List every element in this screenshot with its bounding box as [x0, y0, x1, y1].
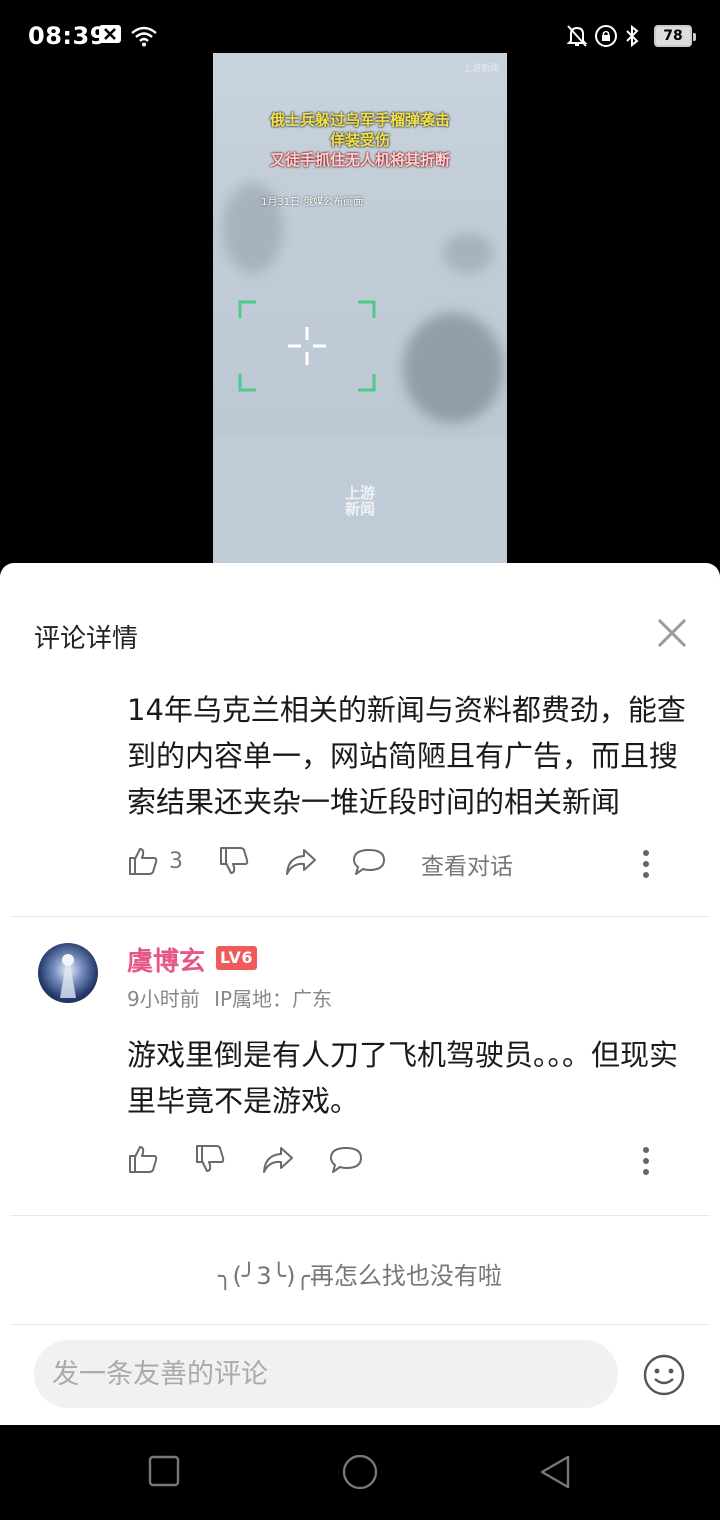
- share-icon: [263, 1147, 293, 1173]
- like-button[interactable]: [127, 1143, 159, 1175]
- comment-meta: 9小时前 IP属地：广东: [127, 983, 332, 1012]
- more-options-button[interactable]: [636, 847, 656, 881]
- video-caption-line1: 俄士兵躲过乌军手榴弹袭击: [269, 111, 450, 129]
- thumbs-up-icon: [129, 1146, 158, 1173]
- share-button[interactable]: [284, 847, 318, 877]
- reply-button[interactable]: [329, 1145, 363, 1175]
- level-badge: LV6: [216, 946, 258, 970]
- comment-detail-panel: 评论详情 14年乌克兰相关的新闻与资料都费劲，能查到的内容单一，网站简陋且有广告…: [0, 563, 720, 1425]
- divider: [10, 1324, 710, 1325]
- divider: [10, 916, 710, 917]
- recent-apps-button[interactable]: [148, 1455, 180, 1491]
- battery-indicator: 78: [654, 25, 696, 47]
- panel-title: 评论详情: [34, 624, 139, 654]
- close-icon: [657, 618, 687, 648]
- comment-time: 9小时前: [127, 987, 200, 1011]
- comment-text: 14年乌克兰相关的新闻与资料都费劲，能查到的内容单一，网站简陋且有广告，而且搜索…: [127, 693, 686, 819]
- video-caption-line2: 佯装受伤: [329, 131, 390, 149]
- status-time: 08:39: [28, 22, 107, 50]
- end-of-list-message: ╮(╯3╰)╭再怎么找也没有啦: [218, 1262, 502, 1290]
- dislike-button[interactable]: [194, 1143, 226, 1175]
- bluetooth-icon: [624, 24, 640, 52]
- comment-bubble-icon: [330, 1147, 362, 1173]
- video-caption-line3: 又徒手抓住无人机将其折断: [269, 151, 450, 169]
- video-watermark: 上游 新闻: [344, 484, 375, 518]
- ip-location: IP属地：广东: [214, 987, 333, 1011]
- thumbs-down-icon: [196, 1145, 225, 1172]
- back-triangle-icon: [540, 1455, 570, 1489]
- divider: [10, 1215, 710, 1216]
- square-icon: [148, 1455, 180, 1487]
- like-button[interactable]: 3: [127, 845, 183, 877]
- wifi-icon: [130, 25, 158, 51]
- share-icon: [286, 849, 316, 875]
- back-button[interactable]: [538, 1454, 572, 1494]
- share-button[interactable]: [261, 1145, 295, 1175]
- reply-button[interactable]: [352, 847, 386, 877]
- crosshair-reticle-icon: [238, 300, 376, 392]
- thumbs-up-icon: [129, 848, 158, 875]
- circle-icon: [342, 1454, 378, 1490]
- username[interactable]: 虞博玄: [127, 941, 205, 978]
- avatar[interactable]: [38, 943, 98, 1003]
- comment-input[interactable]: [34, 1340, 618, 1408]
- comment-text: 游戏里倒是有人刀了飞机驾驶员。。。但现实里毕竟不是游戏。: [127, 1038, 679, 1118]
- mute-bell-icon: [566, 24, 588, 52]
- view-conversation-link[interactable]: 查看对话: [421, 847, 513, 881]
- video-logo: 上游新闻: [462, 64, 499, 74]
- system-navigation-bar: [0, 1425, 720, 1520]
- emoji-button[interactable]: [642, 1353, 686, 1397]
- thumbs-down-icon: [220, 847, 249, 874]
- notification-x-icon: [98, 24, 122, 48]
- close-button[interactable]: [652, 613, 692, 653]
- dislike-button[interactable]: [218, 845, 250, 877]
- lock-rotation-icon: [594, 24, 618, 52]
- emoji-icon: [643, 1354, 685, 1396]
- video-player[interactable]: 上游新闻 俄士兵躲过乌军手榴弹袭击 佯装受伤 又徒手抓住无人机将其折断 1月31…: [213, 53, 507, 565]
- home-button[interactable]: [341, 1453, 379, 1495]
- more-options-button[interactable]: [636, 1144, 656, 1178]
- like-count: 3: [169, 848, 183, 874]
- video-date-note: 1月31日 俄媒公布画面: [261, 197, 364, 208]
- comment-bubble-icon: [353, 849, 385, 875]
